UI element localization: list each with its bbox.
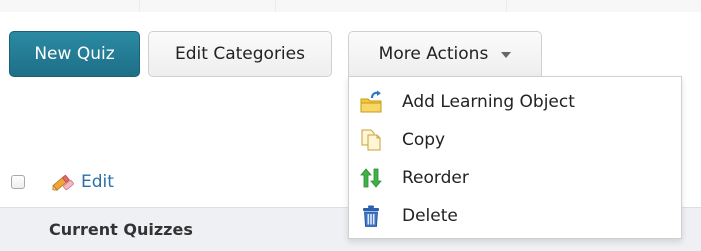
reorder-icon (358, 165, 384, 191)
menu-item-label: Reorder (402, 168, 469, 188)
menu-item-label: Copy (402, 130, 446, 150)
top-band-segment (276, 0, 507, 12)
new-quiz-button[interactable]: New Quiz (9, 31, 140, 77)
top-band-segment (140, 0, 276, 12)
menu-item-reorder[interactable]: Reorder (349, 160, 681, 196)
menu-item-label: Delete (402, 206, 458, 226)
edit-categories-label: Edit Categories (175, 44, 305, 64)
menu-item-delete[interactable]: Delete (349, 198, 681, 234)
top-band-segment (0, 0, 140, 12)
chevron-down-icon (501, 52, 512, 58)
menu-item-add-learning-object[interactable]: Add Learning Object (349, 84, 681, 120)
bulk-edit-link[interactable]: Edit (49, 169, 114, 195)
more-actions-button[interactable]: More Actions (348, 31, 542, 77)
pencil-eraser-icon (49, 169, 75, 195)
select-all-checkbox[interactable] (11, 175, 25, 189)
menu-item-label: Add Learning Object (402, 92, 575, 112)
copy-icon (358, 127, 384, 153)
delete-icon (358, 203, 384, 229)
edit-categories-button[interactable]: Edit Categories (148, 31, 332, 77)
top-band (0, 0, 701, 12)
more-actions-menu: Add Learning Object Copy Reorder Delete (348, 76, 682, 239)
new-quiz-label: New Quiz (34, 44, 115, 64)
more-actions-label: More Actions (378, 44, 489, 64)
edit-label: Edit (81, 172, 114, 192)
add-learning-object-icon (358, 89, 384, 115)
menu-item-copy[interactable]: Copy (349, 122, 681, 158)
current-quizzes-header: Current Quizzes (49, 220, 193, 239)
